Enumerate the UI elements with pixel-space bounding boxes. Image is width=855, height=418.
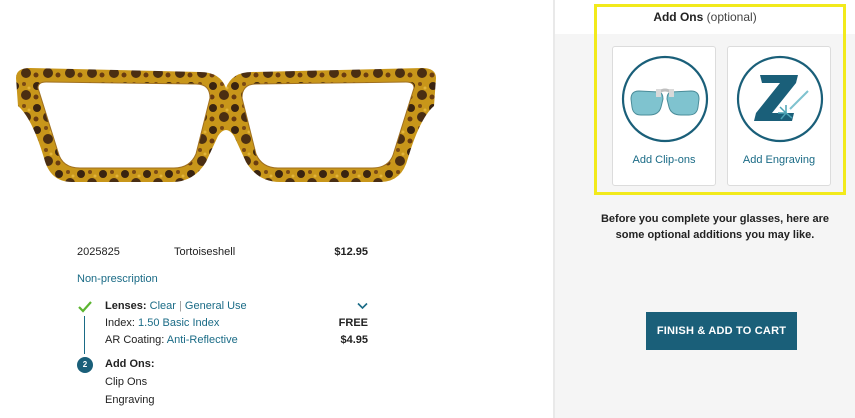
product-summary-row: 2025825 Tortoiseshell $12.95: [77, 246, 368, 262]
addons-description-line: Before you complete your glasses, here a…: [600, 213, 830, 225]
index-price: FREE: [338, 317, 368, 329]
finish-add-to-cart-button[interactable]: FINISH & ADD TO CART: [646, 312, 797, 350]
ar-coating-row: AR Coating: Anti-Reflective: [105, 334, 238, 346]
lenses-label: Lenses:: [105, 300, 147, 312]
addons-label: Add Ons:: [105, 358, 155, 370]
ar-coating-price: $4.95: [340, 334, 368, 346]
ar-coating-value-link[interactable]: Anti-Reflective: [167, 334, 238, 346]
lenses-value-link[interactable]: Clear: [150, 300, 176, 312]
addons-description-line: some optional additions you may like.: [615, 229, 815, 241]
step-number-badge: 2: [77, 357, 93, 373]
lenses-use-link[interactable]: General Use: [185, 300, 247, 312]
addon-item: Clip Ons: [105, 376, 148, 388]
ar-coating-label: AR Coating:: [105, 334, 165, 346]
index-label: Index:: [105, 317, 135, 329]
lenses-separator: |: [179, 300, 182, 312]
checkmark-icon: [78, 301, 92, 313]
product-price: $12.95: [334, 246, 368, 258]
prescription-type-link[interactable]: Non-prescription: [77, 273, 158, 285]
tortoiseshell-glasses-image: [16, 68, 436, 182]
addon-item: Engraving: [105, 394, 155, 406]
chevron-down-icon[interactable]: [357, 302, 368, 310]
lenses-row: Lenses: Clear | General Use: [105, 300, 247, 312]
product-sku: 2025825: [77, 246, 120, 258]
addons-summary-heading: Add Ons:: [105, 358, 155, 370]
product-color-name: Tortoiseshell: [174, 246, 236, 258]
index-value-link[interactable]: 1.50 Basic Index: [138, 317, 219, 329]
addons-highlight-box: [594, 4, 846, 195]
timeline-line: [84, 316, 85, 354]
addons-description: Before you complete your glasses, here a…: [595, 211, 835, 243]
index-row: Index: 1.50 Basic Index: [105, 317, 219, 329]
